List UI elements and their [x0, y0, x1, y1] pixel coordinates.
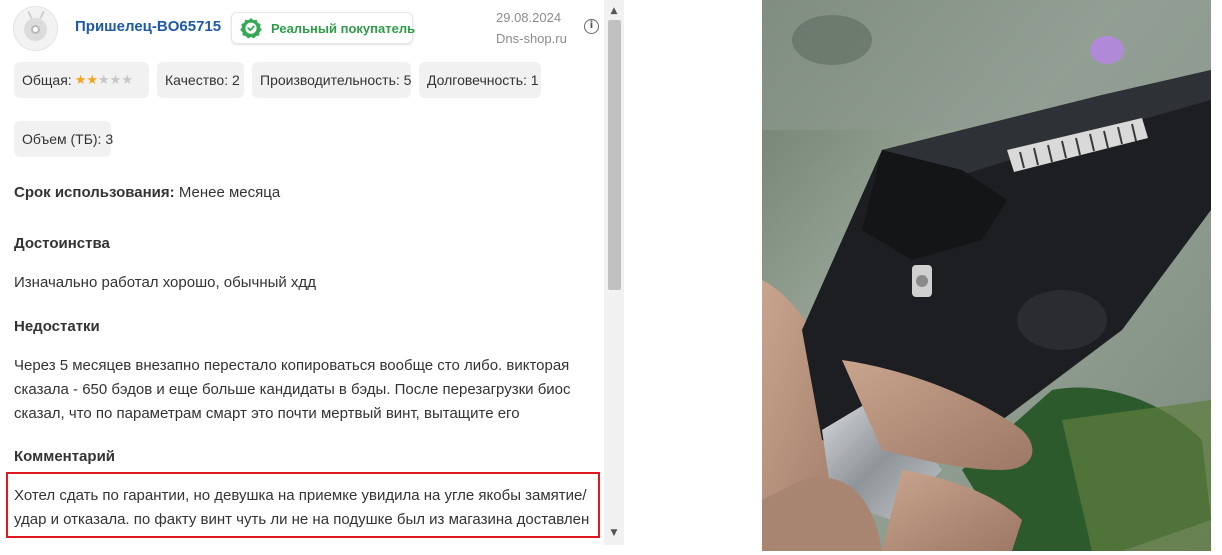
reviewer-username[interactable]: Пришелец-BO65715 [75, 18, 221, 35]
review-panel: Пришелец-BO65715 Реальный покупатель 29.… [0, 0, 624, 555]
rating-overall-chip: Общая: ★★★★★ [14, 62, 149, 98]
rating-volume-chip: Объем (ТБ): 3 [14, 121, 114, 157]
avatar-eye [31, 25, 40, 34]
rating-quality-label: Качество: 2 [165, 72, 240, 88]
rating-durability-label: Долговечность: 1 [427, 72, 539, 88]
usage-period: Срок использования: Менее месяца [14, 184, 280, 201]
disadvantages-title: Недостатки [14, 318, 100, 335]
avatar-face [24, 18, 47, 41]
rating-overall-label: Общая: [22, 72, 72, 88]
user-avatar-icon[interactable] [13, 6, 58, 51]
usage-period-value: Менее месяца [178, 184, 281, 201]
rating-volume-label: Объем (ТБ): 3 [22, 131, 114, 147]
scroll-up-arrow-icon[interactable]: ▲ [604, 2, 624, 20]
star-icon: ★ [74, 72, 87, 88]
rating-stars: ★★★★★ [75, 73, 133, 88]
disadvantages-text: Через 5 месяцев внезапно перестало копир… [14, 357, 571, 422]
review-photo[interactable] [762, 0, 1211, 551]
scrollbar[interactable]: ▲ ▼ [604, 0, 624, 545]
advantages-text: Изначально работал хорошо, обычный хдд [14, 274, 316, 291]
rating-performance-label: Производительность: 5 [260, 72, 412, 88]
star-icon: ★ [121, 72, 133, 88]
review-date: 29.08.2024 [496, 10, 562, 25]
rating-performance-chip: Производительность: 5 [252, 62, 411, 98]
hard-drive-photo [762, 0, 1211, 551]
verified-buyer-badge: Реальный покупатель [231, 12, 416, 44]
review-source: Dns-shop.ru [496, 31, 567, 46]
comment-title: Комментарий [14, 448, 116, 465]
avatar-antenna-right [39, 10, 45, 20]
scroll-down-arrow-icon[interactable]: ▼ [604, 524, 624, 542]
star-icon: ★ [86, 72, 98, 88]
verified-badge-icon [240, 18, 262, 39]
info-icon[interactable]: i [584, 19, 599, 34]
advantages-title: Достоинства [14, 235, 110, 252]
star-icon: ★ [98, 72, 110, 88]
star-icon: ★ [109, 72, 122, 88]
badge-label: Реальный покупатель [271, 20, 416, 36]
comment-highlight-box [6, 472, 600, 538]
rating-quality-chip: Качество: 2 [157, 62, 244, 98]
scroll-thumb[interactable] [608, 20, 621, 290]
rating-durability-chip: Долговечность: 1 [419, 62, 541, 98]
usage-period-label: Срок использования: [14, 184, 175, 201]
